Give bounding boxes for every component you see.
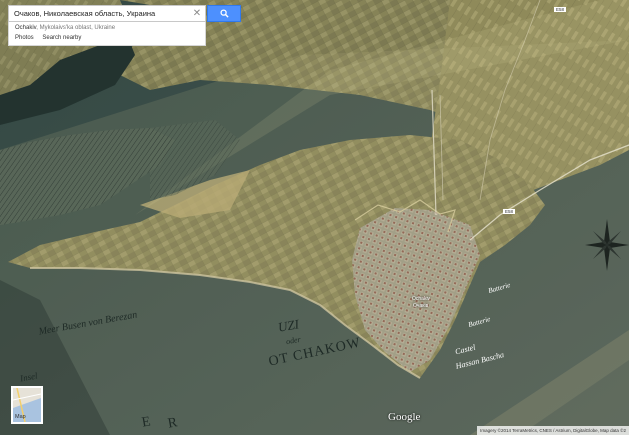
road-shield-mid: E58 (503, 209, 516, 214)
city-label-local: Очаків (413, 303, 429, 309)
place-title-line: Ochakiv, Mykolaivs'ka oblast, Ukraine (15, 24, 199, 33)
search-button[interactable] (207, 5, 241, 22)
search-box[interactable]: Очаков, Николаевская область, Украина ✕ (8, 5, 206, 22)
photos-link[interactable]: Photos (15, 35, 34, 41)
road-shield-top: E58 (554, 7, 567, 12)
google-logo: Google (388, 411, 421, 423)
search-nearby-link[interactable]: Search nearby (42, 35, 81, 41)
place-subtitle: , Mykolaivs'ka oblast, Ukraine (36, 25, 116, 31)
map-type-label: Map (15, 414, 26, 420)
map-type-toggle[interactable]: Map (11, 386, 43, 424)
satellite-map[interactable] (0, 0, 629, 435)
attribution-text[interactable]: Imagery ©2014 TerraMetrics, CNES / Astri… (477, 426, 629, 435)
place-result-card[interactable]: Ochakiv, Mykolaivs'ka oblast, Ukraine Ph… (8, 22, 206, 46)
search-input[interactable]: Очаков, Николаевская область, Украина (14, 9, 189, 18)
magnifier-icon (219, 9, 229, 18)
place-title[interactable]: Ochakiv (15, 25, 36, 31)
city-label[interactable]: Ochakiv (412, 296, 430, 302)
close-icon[interactable]: ✕ (189, 8, 205, 19)
